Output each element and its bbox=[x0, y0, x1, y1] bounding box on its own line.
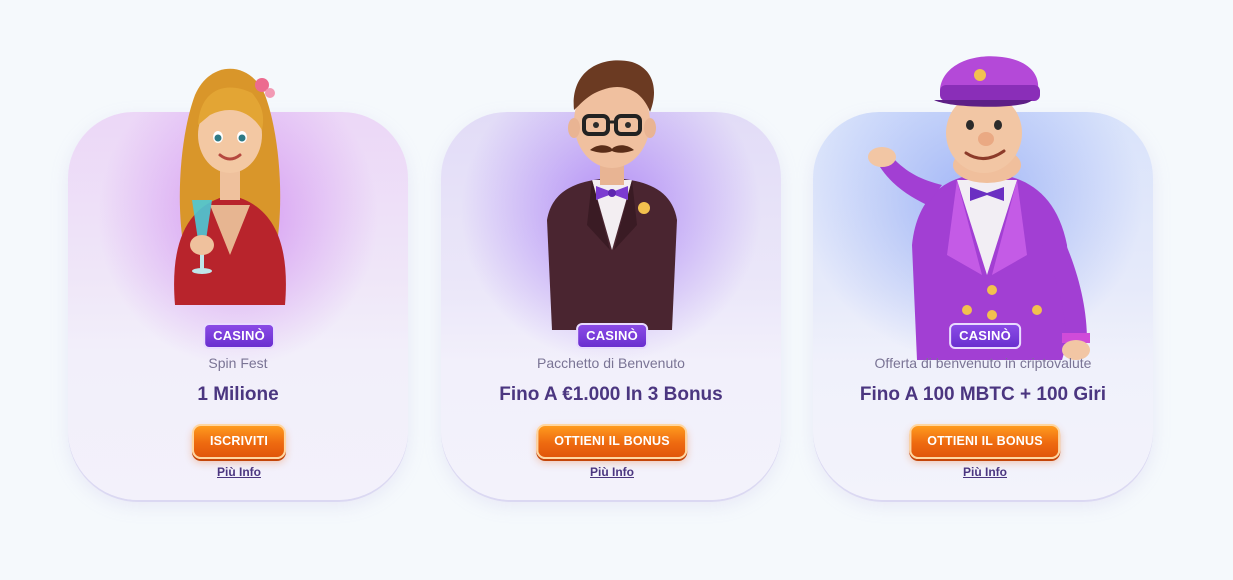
offer-subtitle: Spin Fest bbox=[208, 355, 268, 371]
offers-section: CASINÒ Spin Fest 1 Milione ISCRIVITI Più… bbox=[0, 0, 1233, 580]
more-info-link[interactable]: Più Info bbox=[217, 465, 261, 479]
offer-subtitle: Pacchetto di Benvenuto bbox=[537, 355, 685, 371]
offer-headline: Fino A €1.000 In 3 Bonus bbox=[499, 384, 723, 405]
category-badge: CASINÒ bbox=[576, 323, 648, 349]
offer-headline: Fino A 100 MBTC + 100 Giri bbox=[859, 384, 1107, 405]
offer-subtitle: Offerta di benvenuto in criptovalute bbox=[874, 355, 1092, 371]
more-info-link[interactable]: Più Info bbox=[590, 465, 634, 479]
bellhop-mascot-icon bbox=[862, 45, 1102, 360]
get-bonus-button[interactable]: OTTIENI IL BONUS bbox=[909, 424, 1061, 459]
category-badge: CASINÒ bbox=[949, 323, 1021, 349]
gentleman-with-glasses-mascot-icon bbox=[532, 50, 692, 330]
offer-headline: 1 Milione bbox=[197, 384, 279, 405]
more-info-link[interactable]: Più Info bbox=[963, 465, 1007, 479]
get-bonus-button[interactable]: OTTIENI IL BONUS bbox=[536, 424, 688, 459]
category-badge: CASINÒ bbox=[203, 323, 275, 349]
woman-with-cocktail-mascot-icon bbox=[140, 55, 320, 305]
sign-up-button[interactable]: ISCRIVITI bbox=[191, 424, 287, 459]
